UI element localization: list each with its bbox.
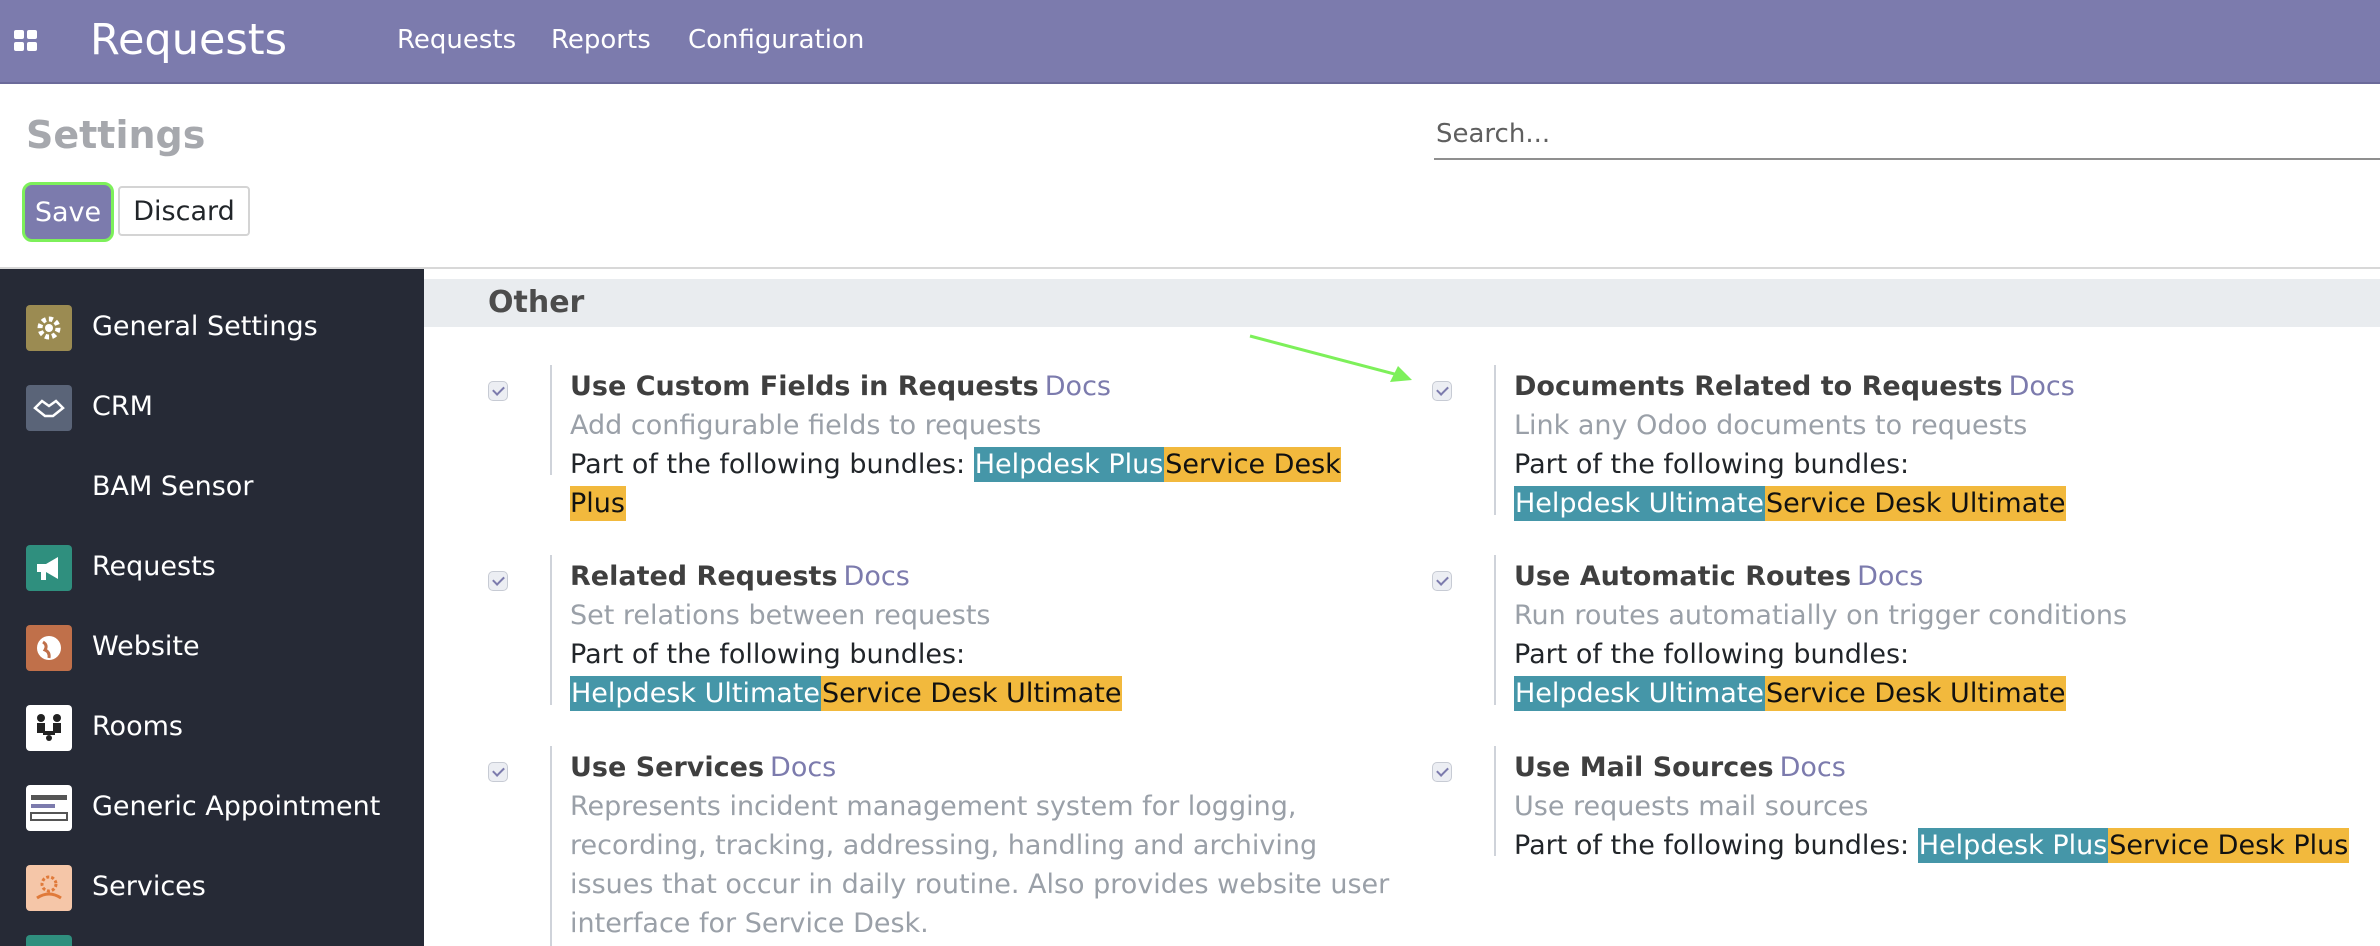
- docs-link[interactable]: Docs: [1780, 752, 1846, 783]
- setting-title: Related Requests: [570, 561, 838, 592]
- divider: [550, 365, 552, 475]
- sidebar-item-website[interactable]: Website: [0, 611, 424, 681]
- bundle-tag: Service Desk Plus: [2108, 828, 2350, 863]
- handshake-icon: [26, 385, 72, 431]
- sidebar-item-label: BAM Sensor: [92, 471, 254, 502]
- setting-description: Add configurable fields to requests: [570, 410, 1042, 441]
- docs-link[interactable]: Docs: [2009, 371, 2075, 402]
- sidebar-item-label: Services: [92, 871, 206, 902]
- setting-checkbox[interactable]: [1432, 762, 1452, 782]
- people-icon: [26, 705, 72, 751]
- annotation-arrow-icon: [1249, 334, 1412, 382]
- section-header: Other: [424, 279, 2380, 327]
- globe-icon: [26, 625, 72, 671]
- sidebar-item-bam-sensor[interactable]: BAM Sensor: [0, 451, 424, 521]
- core-logo-icon: [26, 785, 72, 831]
- bundle-prefix: Part of the following bundles:: [1514, 449, 1910, 480]
- bundle-tag: Service Desk Ultimate: [1765, 676, 2067, 711]
- divider: [1494, 746, 1496, 856]
- bundle-prefix: Part of the following bundles:: [1514, 830, 1910, 861]
- bundle-tag: Service Desk Ultimate: [1765, 486, 2067, 521]
- docs-link[interactable]: Docs: [1045, 371, 1111, 402]
- setting-title: Use Services: [570, 752, 765, 783]
- divider: [550, 555, 552, 705]
- apps-grid-icon[interactable]: [14, 30, 38, 52]
- sidebar-item-services[interactable]: Services: [0, 851, 424, 921]
- sidebar-item-general-settings[interactable]: General Settings: [0, 291, 424, 361]
- bundle-tag: Service Desk Ultimate: [821, 676, 1123, 711]
- setting-checkbox[interactable]: [488, 381, 508, 401]
- sidebar-next-item-icon: [26, 935, 72, 946]
- setting-checkbox[interactable]: [488, 571, 508, 591]
- app-title: Requests: [90, 15, 288, 65]
- bundle-prefix: Part of the following bundles:: [570, 449, 966, 480]
- divider: [1494, 555, 1496, 705]
- menu-reports[interactable]: Reports: [551, 22, 651, 58]
- section-title: Other: [488, 285, 585, 320]
- menu-configuration[interactable]: Configuration: [688, 22, 864, 58]
- divider: [550, 746, 552, 946]
- megaphone-icon: [26, 545, 72, 591]
- search-input[interactable]: [1434, 110, 2380, 160]
- sidebar-item-label: Website: [92, 631, 200, 662]
- setting-description: Set relations between requests: [570, 600, 991, 631]
- save-button[interactable]: Save: [22, 182, 114, 242]
- sidebar-item-crm[interactable]: CRM: [0, 371, 424, 441]
- setting-title: Use Custom Fields in Requests: [570, 371, 1039, 402]
- page-title: Settings: [26, 113, 206, 157]
- bundle-tag: Helpdesk Ultimate: [570, 676, 821, 711]
- sidebar-item-requests[interactable]: Requests: [0, 531, 424, 601]
- sidebar-item-label: CRM: [92, 391, 153, 422]
- divider: [1494, 365, 1496, 515]
- sidebar-item-label: Requests: [92, 551, 216, 582]
- docs-link[interactable]: Docs: [770, 752, 836, 783]
- bundle-tag: Helpdesk Ultimate: [1514, 486, 1765, 521]
- settings-sidebar: General Settings CRM BAM Sensor Requests…: [0, 269, 424, 946]
- sidebar-item-label: General Settings: [92, 311, 318, 342]
- sidebar-item-generic-appointment[interactable]: Generic Appointment: [0, 771, 424, 841]
- setting-checkbox[interactable]: [1432, 381, 1452, 401]
- gear-icon: [26, 305, 72, 351]
- sidebar-item-label: Generic Appointment: [92, 791, 381, 822]
- bundle-tag: Helpdesk Ultimate: [1514, 676, 1765, 711]
- menu-requests[interactable]: Requests: [397, 22, 516, 58]
- setting-title: Use Mail Sources: [1514, 752, 1774, 783]
- bundle-prefix: Part of the following bundles:: [570, 639, 966, 670]
- sidebar-item-rooms[interactable]: Rooms: [0, 691, 424, 761]
- setting-description: Link any Odoo documents to requests: [1514, 410, 2028, 441]
- docs-link[interactable]: Docs: [844, 561, 910, 592]
- setting-description: Represents incident management system fo…: [570, 791, 1390, 939]
- setting-title: Use Automatic Routes: [1514, 561, 1852, 592]
- top-navbar: Requests Requests Reports Configuration: [0, 0, 2380, 84]
- bundle-prefix: Part of the following bundles:: [1514, 639, 1910, 670]
- setting-checkbox[interactable]: [1432, 571, 1452, 591]
- bundle-tag: Helpdesk Plus: [1917, 828, 2109, 863]
- docs-link[interactable]: Docs: [1857, 561, 1923, 592]
- discard-button[interactable]: Discard: [118, 186, 250, 236]
- setting-title: Documents Related to Requests: [1514, 371, 2003, 402]
- services-icon: [26, 865, 72, 911]
- setting-description: Run routes automatially on trigger condi…: [1514, 600, 2128, 631]
- setting-description: Use requests mail sources: [1514, 791, 1869, 822]
- bundle-tag: Helpdesk Plus: [973, 447, 1165, 482]
- sidebar-item-label: Rooms: [92, 711, 183, 742]
- setting-checkbox[interactable]: [488, 762, 508, 782]
